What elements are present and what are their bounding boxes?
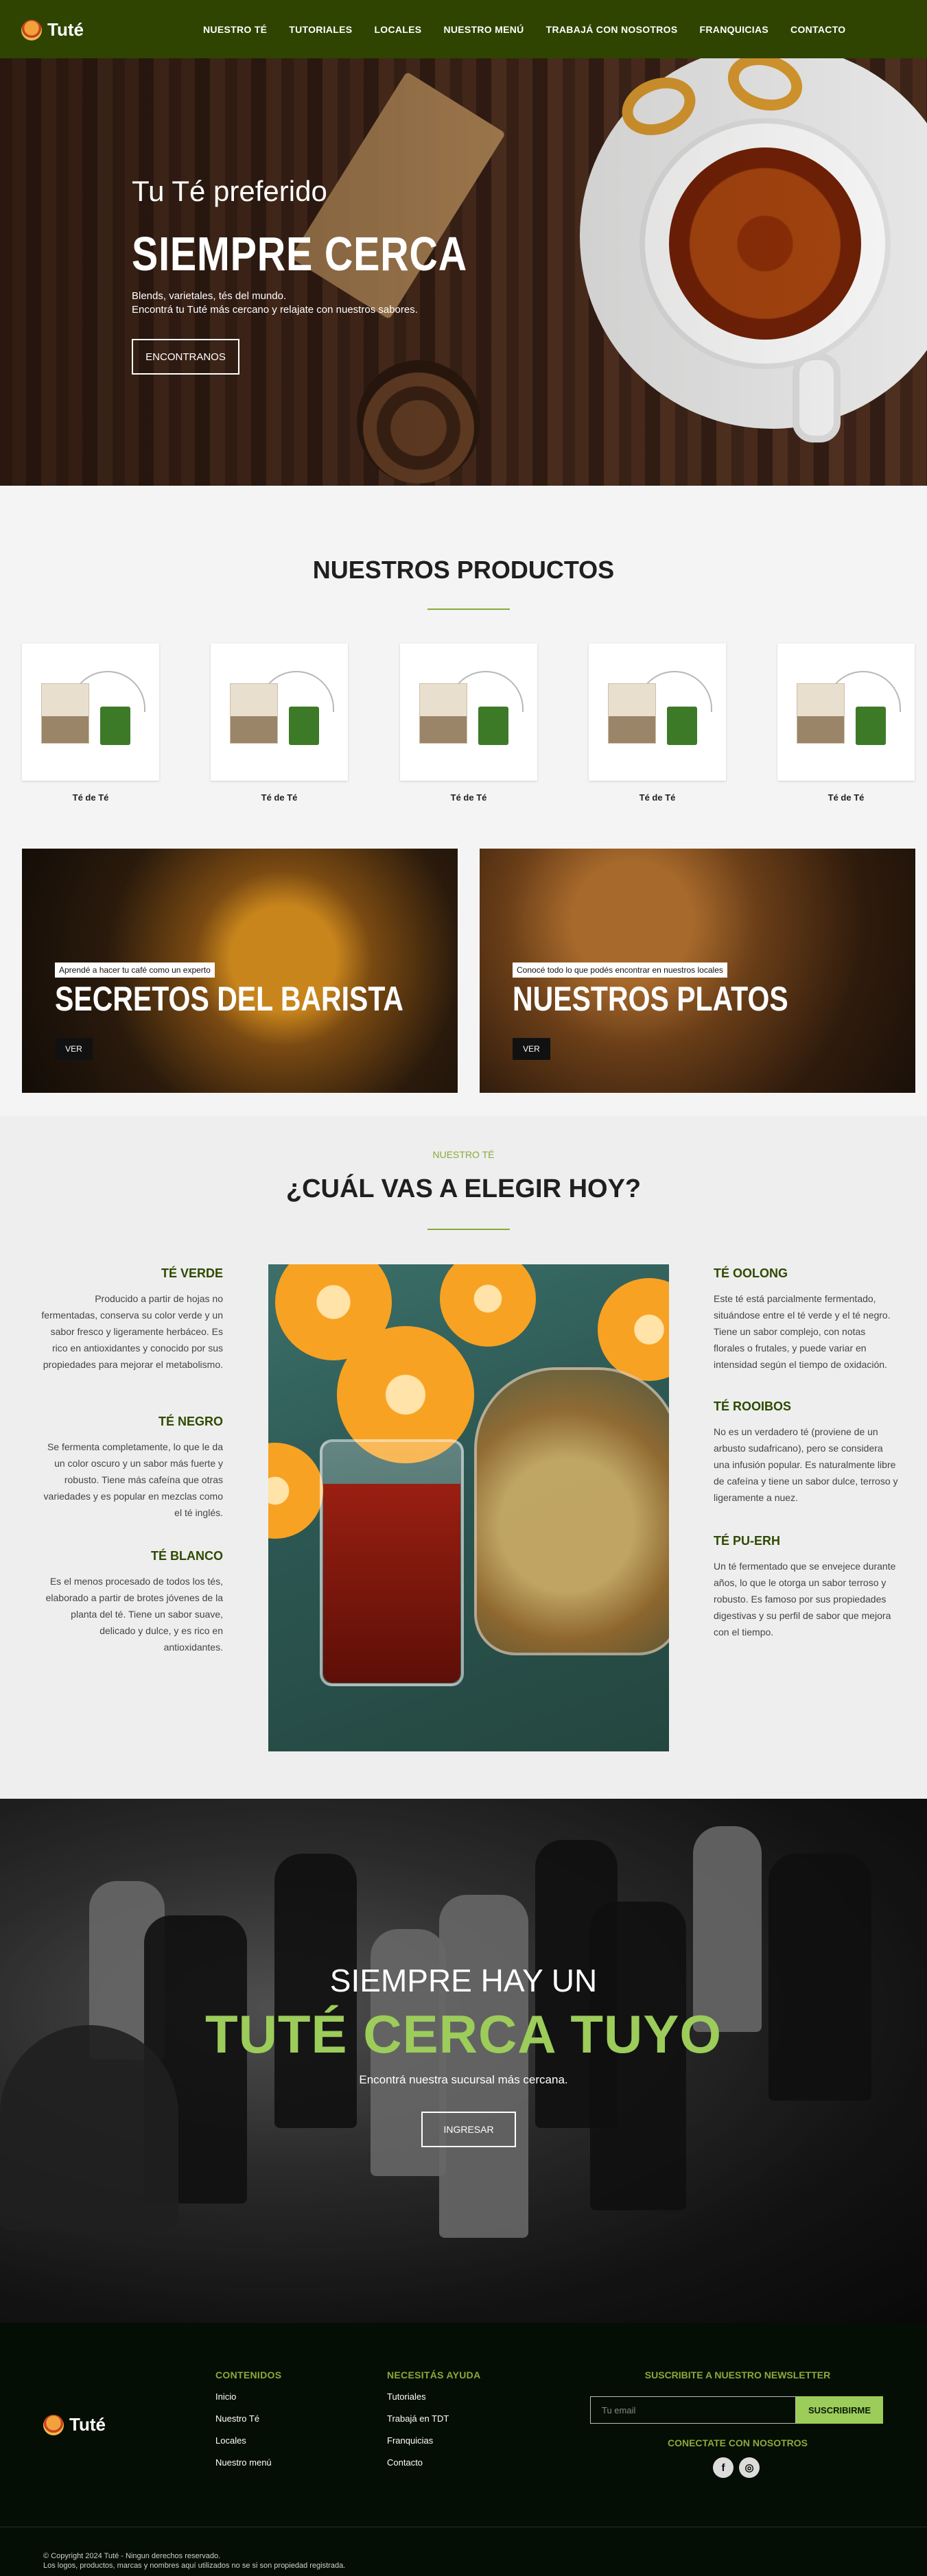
tea-description: Un té fermentado que se envejece durante…	[714, 1561, 896, 1638]
nav-link-trabaja-con-nosotros[interactable]: TRABAJÁ CON NOSOTROS	[546, 24, 678, 35]
footer-link-inicio[interactable]: Inicio	[215, 2391, 281, 2402]
hero-description-line-2: Encontrá tu Tuté más cercano y relajate …	[132, 304, 418, 316]
product-card[interactable]	[777, 643, 915, 781]
barista-promo-card[interactable]: Aprendé a hacer tu café como un experto …	[22, 849, 458, 1093]
promo-kicker: Conocé todo lo que podés encontrar en nu…	[513, 962, 727, 978]
product-card[interactable]	[211, 643, 348, 781]
nav-link-nuestro-te[interactable]: NUESTRO TÉ	[203, 24, 267, 35]
tea-description: Es el menos procesado de todos los tés, …	[45, 1576, 223, 1653]
email-input[interactable]	[590, 2396, 796, 2424]
nav-link-contacto[interactable]: CONTACTO	[790, 24, 845, 35]
footer-link-locales[interactable]: Locales	[215, 2435, 281, 2446]
footer-link-contacto[interactable]: Contacto	[387, 2457, 481, 2468]
footer-link-tutoriales[interactable]: Tutoriales	[387, 2391, 481, 2402]
tea-description: Se fermenta completamente, lo que le da …	[43, 1441, 223, 1518]
hero-subtitle: Tu Té preferido	[132, 175, 327, 207]
copyright-line-2: Los logos, productos, marcas y nombres a…	[43, 2562, 346, 2570]
fruit-teapot-image	[474, 1367, 669, 1655]
promo-view-button[interactable]: VER	[55, 1038, 93, 1060]
green-tag-image	[667, 707, 697, 745]
tea-verde-block: TÉ VERDE Producido a partir de hojas no …	[38, 1266, 223, 1373]
product-card[interactable]	[589, 643, 726, 781]
product-card[interactable]	[400, 643, 537, 781]
hero-description-line-1: Blends, varietales, tés del mundo.	[132, 290, 287, 302]
nav-link-tutoriales[interactable]: TUTORIALES	[289, 24, 352, 35]
logo-text: Tuté	[47, 19, 84, 40]
green-tag-image	[100, 707, 130, 745]
nav-link-locales[interactable]: LOCALES	[374, 24, 421, 35]
promo-title: SECRETOS DEL BARISTA	[55, 980, 404, 1018]
tea-name: TÉ OOLONG	[714, 1266, 788, 1280]
section-divider	[427, 608, 510, 610]
white-tea-bag-image	[230, 683, 278, 744]
tea-description: No es un verdadero té (proviene de un ar…	[714, 1426, 898, 1503]
product-label[interactable]: Té de Té	[589, 792, 726, 803]
tea-blanco-block: TÉ BLANCO Es el menos procesado de todos…	[38, 1549, 223, 1655]
white-tea-bag-image	[797, 683, 845, 744]
hero-title: SIEMPRE CERCA	[132, 227, 468, 281]
tea-pu-erh-block: TÉ PU-ERH Un té fermentado que se enveje…	[714, 1534, 899, 1640]
green-tag-image	[856, 707, 886, 745]
product-label[interactable]: Té de Té	[22, 792, 159, 803]
facebook-icon[interactable]: f	[713, 2457, 734, 2478]
enter-button[interactable]: INGRESAR	[421, 2112, 516, 2147]
cta-description: Encontrá nuestra sucursal más cercana.	[359, 2073, 568, 2086]
footer-link-franquicias[interactable]: Franquicias	[387, 2435, 481, 2446]
promo-kicker: Aprendé a hacer tu café como un experto	[55, 962, 215, 978]
site-logo[interactable]: Tuté	[21, 19, 84, 40]
footer-logo[interactable]: Tuté	[43, 2414, 106, 2435]
footer-contents-column: CONTENIDOS Inicio Nuestro Té Locales Nue…	[215, 2370, 281, 2479]
tea-description: Este té está parcialmente fermentado, si…	[714, 1293, 891, 1370]
tea-section-kicker: NUESTRO TÉ	[432, 1149, 495, 1160]
site-footer: Tuté CONTENIDOS Inicio Nuestro Té Locale…	[0, 2323, 927, 2576]
product-label[interactable]: Té de Té	[777, 792, 915, 803]
fruit-tea-image	[268, 1264, 669, 1751]
product-label[interactable]: Té de Té	[211, 792, 348, 803]
green-tag-image	[478, 707, 508, 745]
main-menu: NUESTRO TÉ TUTORIALES LOCALES NUESTRO ME…	[203, 0, 845, 58]
footer-link-trabaja[interactable]: Trabajá en TDT	[387, 2413, 481, 2424]
section-divider	[427, 1229, 510, 1230]
cta-subtitle: SIEMPRE HAY UN	[329, 1963, 598, 1998]
footer-link-nuestro-te[interactable]: Nuestro Té	[215, 2413, 281, 2424]
tea-negro-block: TÉ NEGRO Se fermenta completamente, lo q…	[38, 1415, 223, 1521]
footer-logo-text: Tuté	[69, 2414, 106, 2435]
instagram-icon[interactable]: ◎	[739, 2457, 760, 2478]
white-tea-bag-image	[41, 683, 89, 744]
subscribe-button[interactable]: SUSCRIBIRME	[796, 2396, 883, 2424]
product-card[interactable]	[22, 643, 159, 781]
footer-help-column: NECESITÁS AYUDA Tutoriales Trabajá en TD…	[387, 2370, 481, 2479]
cta-title: TUTÉ CERCA TUYO	[204, 2004, 723, 2064]
tea-name: TÉ VERDE	[161, 1266, 223, 1280]
white-tea-bag-image	[608, 683, 656, 744]
footer-column-title: NECESITÁS AYUDA	[387, 2370, 481, 2380]
footer-column-title: CONTENIDOS	[215, 2370, 282, 2380]
products-section-title: NUESTROS PRODUCTOS	[312, 556, 615, 584]
dishes-promo-card[interactable]: Conocé todo lo que podés encontrar en nu…	[480, 849, 915, 1093]
tea-oolong-block: TÉ OOLONG Este té está parcialmente ferm…	[714, 1266, 899, 1373]
tea-name: TÉ PU-ERH	[714, 1534, 781, 1548]
nav-link-nuestro-menu[interactable]: NUESTRO MENÚ	[443, 24, 524, 35]
white-tea-bag-image	[419, 683, 467, 744]
copyright-line-1: © Copyright 2024 Tuté - Ningun derechos …	[43, 2552, 221, 2560]
top-navigation-bar: Tuté NUESTRO TÉ TUTORIALES LOCALES NUEST…	[0, 0, 927, 58]
tea-name: TÉ ROOIBOS	[714, 1399, 792, 1413]
tea-cup-logo-icon	[43, 2414, 64, 2435]
promo-view-button[interactable]: VER	[513, 1038, 550, 1060]
tea-name: TÉ NEGRO	[158, 1415, 223, 1428]
tea-cup-logo-icon	[21, 19, 42, 40]
green-tag-image	[289, 707, 319, 745]
social-title: CONECTATE CON NOSOTROS	[667, 2437, 808, 2448]
newsletter-title: SUSCRIBITE A NUESTRO NEWSLETTER	[644, 2370, 831, 2380]
red-tea-image	[323, 1484, 460, 1683]
promo-title: NUESTROS PLATOS	[513, 980, 788, 1018]
nav-link-franquicias[interactable]: FRANQUICIAS	[700, 24, 769, 35]
tea-section-title: ¿CUÁL VAS A ELEGIR HOY?	[285, 1174, 642, 1203]
footer-link-nuestro-menu[interactable]: Nuestro menú	[215, 2457, 281, 2468]
product-label[interactable]: Té de Té	[400, 792, 537, 803]
find-us-button[interactable]: ENCONTRANOS	[132, 339, 239, 375]
tea-description: Producido a partir de hojas no fermentad…	[41, 1293, 223, 1370]
tea-name: TÉ BLANCO	[151, 1549, 223, 1563]
tea-rooibos-block: TÉ ROOIBOS No es un verdadero té (provie…	[714, 1399, 899, 1506]
